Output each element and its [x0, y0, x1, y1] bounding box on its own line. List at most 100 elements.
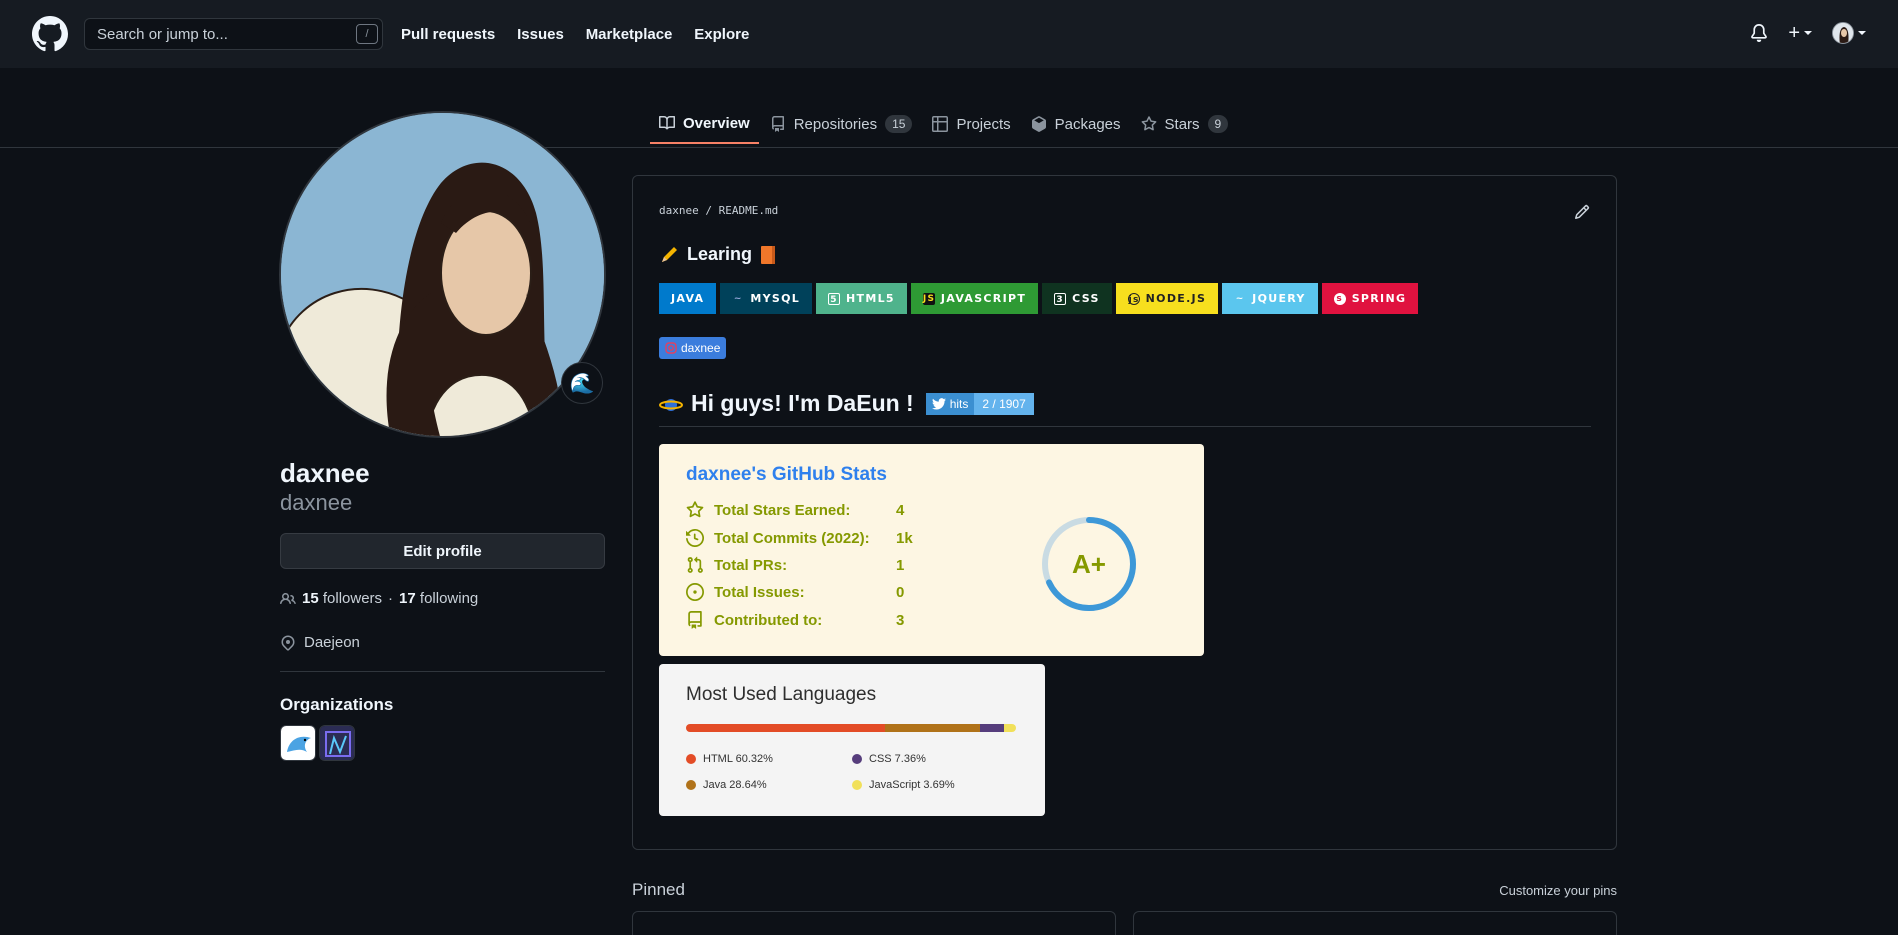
- tab-projects[interactable]: Projects: [923, 104, 1019, 144]
- stat-row-stars: Total Stars Earned: 4: [686, 501, 904, 519]
- learning-heading: Learing: [659, 244, 776, 265]
- organizations-heading: Organizations: [280, 695, 394, 714]
- tab-label: Stars: [1164, 115, 1200, 133]
- hits-counter-badge[interactable]: hits 2 / 1907: [925, 392, 1034, 415]
- planet-emoji-icon: [659, 398, 683, 411]
- stat-row-contributed: Contributed to: 3: [686, 611, 904, 629]
- profile-avatar[interactable]: [279, 111, 606, 438]
- language-bar-segment: [686, 724, 886, 732]
- instagram-icon: [665, 342, 677, 354]
- badge-nodejs[interactable]: js NODE.JS: [1115, 283, 1219, 314]
- followers-link[interactable]: 15 followers: [302, 590, 382, 607]
- stat-value: 4: [896, 501, 905, 519]
- stat-label: Contributed to:: [714, 611, 823, 629]
- pull-request-icon: [687, 556, 703, 573]
- status-emoji-button[interactable]: 🌊: [561, 362, 603, 404]
- stat-row-prs: Total PRs: 1: [686, 556, 904, 574]
- global-nav: Pull requests Issues Marketplace Explore: [401, 26, 767, 43]
- heading-divider: [659, 426, 1591, 427]
- following-link[interactable]: 17 following: [399, 590, 478, 607]
- tech-badges: JAVA ~ MYSQL 5 HTML5 JS JAVASCRIPT 3 CSS js N…: [659, 283, 1419, 314]
- language-javascript: JavaScript 3.69%: [852, 779, 1016, 791]
- github-stats-card: daxnee's GitHub Stats Total Stars Earned…: [659, 444, 1204, 656]
- profile-login: daxnee: [280, 490, 353, 515]
- user-menu[interactable]: [1832, 22, 1866, 44]
- languages-card-title: Most Used Languages: [686, 684, 877, 705]
- repo-icon: [688, 611, 702, 629]
- stat-row-issues: Total Issues: 0: [686, 583, 904, 601]
- stat-value: 1k: [896, 529, 913, 547]
- css3-icon: 3: [1054, 292, 1067, 305]
- org-avatar-dolphin[interactable]: [280, 725, 316, 761]
- language-dot: [852, 780, 862, 790]
- tabs-divider: [0, 147, 1898, 148]
- follow-separator: ·: [388, 590, 394, 607]
- following-count: 17: [399, 590, 416, 607]
- github-logo-icon[interactable]: [32, 16, 68, 52]
- create-new-menu[interactable]: +: [1788, 22, 1812, 44]
- location-icon: [281, 634, 295, 651]
- nav-issues[interactable]: Issues: [517, 26, 564, 43]
- nav-marketplace[interactable]: Marketplace: [586, 26, 673, 43]
- bell-icon[interactable]: [1750, 24, 1768, 42]
- stat-value: 3: [896, 611, 905, 629]
- customize-pins-link[interactable]: Customize your pins: [1499, 883, 1617, 898]
- tab-overview[interactable]: Overview: [650, 104, 759, 144]
- tab-stars[interactable]: Stars 9: [1132, 104, 1238, 144]
- followers-count: 15: [302, 590, 319, 607]
- search-input[interactable]: Search or jump to... /: [84, 18, 383, 50]
- edit-profile-button[interactable]: Edit profile: [280, 533, 605, 569]
- tab-repositories[interactable]: Repositories 15: [761, 104, 922, 144]
- star-icon: [1141, 116, 1156, 131]
- repo-icon: [771, 116, 784, 132]
- top-header: Search or jump to... / Pull requests Iss…: [0, 0, 1898, 68]
- instagram-badge-text: daxnee: [681, 341, 721, 355]
- clock-icon: [686, 529, 704, 547]
- language-label: Java 28.64%: [703, 779, 767, 791]
- badge-spring[interactable]: s SPRING: [1321, 283, 1419, 314]
- pinned-repo-card[interactable]: [1133, 911, 1617, 935]
- badge-css[interactable]: 3 CSS: [1042, 283, 1112, 314]
- table-icon: [932, 116, 949, 132]
- badge-html5[interactable]: 5 HTML5: [816, 283, 907, 314]
- sidebar-divider: [280, 671, 605, 672]
- languages-progress-bar: [686, 724, 1016, 732]
- hits-label: hits: [949, 396, 969, 411]
- tab-packages[interactable]: Packages: [1022, 104, 1130, 144]
- org-avatar-team[interactable]: [319, 725, 355, 761]
- jquery-icon: ~: [1235, 293, 1245, 304]
- badge-jquery[interactable]: ~ JQUERY: [1222, 283, 1318, 314]
- greeting-heading: Hi guys! I'm DaEun ! hits 2 / 1907: [659, 390, 1034, 417]
- badge-javascript[interactable]: JS JAVASCRIPT: [910, 283, 1039, 314]
- nav-pull-requests[interactable]: Pull requests: [401, 26, 495, 43]
- javascript-icon: JS: [922, 292, 936, 305]
- search-placeholder: Search or jump to...: [97, 25, 228, 43]
- readme-file-link[interactable]: README.md: [719, 204, 779, 217]
- html5-icon: 5: [828, 292, 841, 305]
- star-icon: [686, 501, 704, 518]
- pencil-icon[interactable]: [1574, 204, 1590, 220]
- mysql-icon: ~: [733, 293, 743, 304]
- language-label: JavaScript 3.69%: [869, 779, 955, 791]
- profile-tabs: Overview Repositories 15 Projects Packag…: [650, 104, 1239, 148]
- stat-label: Total PRs:: [714, 556, 788, 574]
- nav-explore[interactable]: Explore: [694, 26, 749, 43]
- plus-icon: +: [1788, 22, 1800, 44]
- chevron-down-icon: [1858, 31, 1866, 35]
- language-dot: [852, 754, 862, 764]
- tab-label: Repositories: [793, 115, 878, 133]
- instagram-badge[interactable]: daxnee: [659, 337, 727, 359]
- readme-owner-link[interactable]: daxnee: [659, 204, 699, 217]
- pinned-repo-card[interactable]: [632, 911, 1116, 935]
- followers-label: followers: [322, 590, 383, 607]
- pinned-heading: Pinned: [632, 880, 685, 899]
- badge-java[interactable]: JAVA: [659, 283, 717, 314]
- stat-label: Total Stars Earned:: [714, 501, 851, 519]
- greeting-text: Hi guys! I'm DaEun !: [691, 390, 914, 416]
- package-icon: [1031, 116, 1046, 132]
- language-bar-segment: [885, 724, 980, 732]
- language-html: HTML 60.32%: [686, 753, 852, 765]
- badge-mysql[interactable]: ~ MYSQL: [720, 283, 813, 314]
- language-java: Java 28.64%: [686, 779, 852, 791]
- most-used-languages-card: Most Used Languages HTML 60.32% CSS 7.36…: [659, 664, 1045, 816]
